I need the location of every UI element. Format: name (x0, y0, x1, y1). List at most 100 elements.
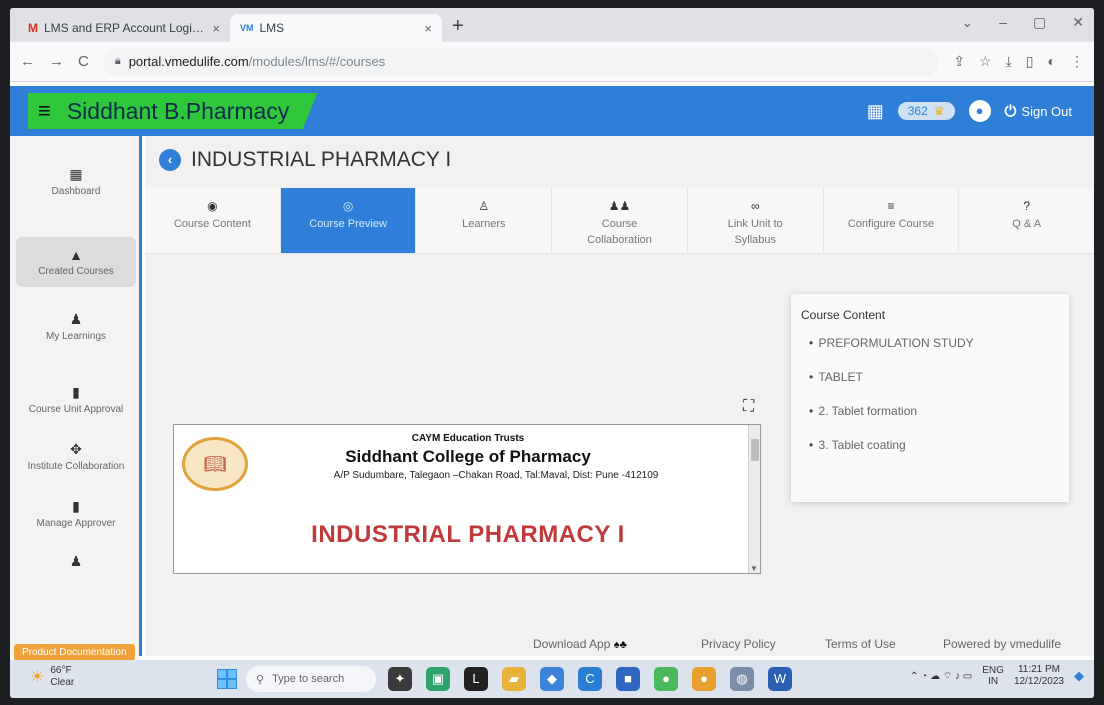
taskbar-app-icon[interactable]: C (578, 667, 602, 691)
taskbar-app-icon[interactable]: ■ (616, 667, 640, 691)
back-button[interactable]: ← (20, 53, 35, 70)
app-brand: ≡ Siddhant B.Pharmacy (28, 93, 318, 129)
bookmark-star-icon[interactable]: ☆ (979, 53, 992, 70)
points-count: 362 (907, 104, 928, 118)
content-item[interactable]: • 2. Tablet formation (809, 404, 1059, 418)
taskbar-search-input[interactable]: ⚲ Type to search (246, 666, 376, 692)
sidebar-item-course-unit-approval[interactable]: ▮ Course Unit Approval (10, 378, 142, 421)
notification-icon[interactable]: ◆ (1074, 668, 1084, 684)
product-documentation-button[interactable]: Product Documentation (14, 644, 135, 661)
points-badge[interactable]: 362 ♛ (897, 102, 955, 120)
tab-learners[interactable]: ♙ Learners (416, 188, 553, 253)
hamburger-menu-icon[interactable]: ≡ (38, 98, 51, 124)
tab-title: LMS (259, 21, 285, 35)
doc-address: A/P Sudumbare, Talegaon –Chakan Road, Ta… (333, 470, 659, 481)
course-content-panel: Course Content • PREFORMULATION STUDY • … (791, 294, 1069, 502)
taskbar-app-icon[interactable]: ● (654, 667, 678, 691)
user-avatar-icon[interactable]: ● (968, 100, 991, 122)
url-host: portal.vmedulife.com (128, 54, 249, 69)
taskbar-app-icon[interactable]: ● (692, 667, 716, 691)
restore-button[interactable]: ▢ (1033, 14, 1046, 31)
browser-tab-lms[interactable]: VM LMS × (230, 14, 442, 42)
tab-course-preview[interactable]: ◎ Course Preview (280, 188, 417, 253)
doc-college-name: Siddhant College of Pharmacy (345, 447, 591, 466)
taskbar-app-icon[interactable]: ▣ (426, 667, 450, 691)
new-tab-button[interactable]: + (442, 15, 474, 42)
tab-course-content[interactable]: ◉ Course Content (145, 188, 281, 253)
url-input[interactable]: 🔒︎ portal.vmedulife.com/modules/lms/#/co… (102, 47, 940, 76)
privacy-policy-link[interactable]: Privacy Policy (701, 637, 776, 651)
sidebar-item-my-learnings[interactable]: ♟ My Learnings (10, 305, 142, 348)
course-title: INDUSTRIAL PHARMACY I (191, 148, 452, 171)
taskbar-app-icon[interactable]: ◆ (540, 667, 564, 691)
download-app-link[interactable]: Download App ♠♣ (533, 637, 627, 651)
user-icon: ♙ (478, 199, 490, 213)
system-tray: ⌃ ◔ ☁ ⌔ ♪ ▭ ENG IN 11:21 PM 12/12/2023 ◆ (910, 664, 1084, 688)
back-arrow-icon[interactable]: ‹ (159, 149, 181, 171)
taskbar-app-icon[interactable]: L (464, 667, 488, 691)
taskbar-app-icon[interactable]: ✦ (388, 667, 412, 691)
side-panel-icon[interactable]: ▯ (1026, 53, 1034, 70)
tab-label: Course Content (173, 218, 251, 230)
minimize-button[interactable]: – (999, 14, 1007, 31)
reload-button[interactable]: C (78, 53, 89, 70)
browser-tab-lms-login[interactable]: M LMS and ERP Account Login De... × (18, 14, 230, 42)
sidebar-item-label: My Learnings (45, 331, 107, 342)
content-item-label: TABLET (818, 370, 863, 384)
forward-button[interactable]: → (49, 53, 64, 70)
share-icon[interactable]: ⇪ (953, 53, 965, 70)
tab-close-icon[interactable]: × (212, 21, 220, 36)
taskbar-app-icon[interactable]: ▰ (502, 667, 526, 691)
sidebar-item-more[interactable]: ♟ (10, 547, 142, 579)
weather-widget[interactable]: ☀ 66°F Clear (30, 665, 74, 689)
fullscreen-icon[interactable]: ⛶ (743, 398, 754, 416)
document-scrollbar[interactable]: ▼ (748, 425, 760, 573)
content-item[interactable]: • 3. Tablet coating (809, 438, 1059, 452)
sign-out-label: Sign Out (1021, 103, 1072, 119)
taskbar-app-icon[interactable]: ◍ (730, 667, 754, 691)
course-tabs: ◉ Course Content ◎ Course Preview ♙ Lear… (145, 188, 1094, 254)
windows-start-icon[interactable] (217, 669, 237, 689)
tab-close-icon[interactable]: × (424, 21, 432, 36)
doc-trust-name: CAYM Education Trusts (411, 433, 525, 444)
page-footer: Download App ♠♣ Privacy Policy Terms of … (145, 632, 1094, 656)
language-indicator[interactable]: ENG IN (982, 665, 1004, 687)
weather-icon: ☀ (30, 669, 45, 686)
search-placeholder: Type to search (272, 673, 345, 685)
clock[interactable]: 11:21 PM 12/12/2023 (1014, 664, 1064, 688)
content-item[interactable]: • TABLET (809, 370, 1059, 384)
sidebar-item-created-courses[interactable]: ▲ Created Courses (16, 237, 136, 287)
sidebar-item-institute-collaboration[interactable]: ✥ Institute Collaboration (10, 435, 142, 478)
graduation-cap-icon: ▲ (69, 247, 83, 263)
taskbar-app-icon[interactable]: W (768, 667, 792, 691)
apps-grid-icon[interactable]: ▦ (867, 101, 884, 122)
download-icon[interactable]: ⤓ (1006, 53, 1012, 70)
terms-of-use-link[interactable]: Terms of Use (825, 637, 896, 651)
sign-out-button[interactable]: ⏻ Sign Out (1005, 103, 1072, 120)
eye-icon: ◎ (342, 199, 354, 213)
tray-icons[interactable]: ⌃ ◔ ☁ ⌔ ♪ ▭ (910, 670, 972, 683)
content-item[interactable]: • PREFORMULATION STUDY (809, 336, 1059, 350)
sidebar-item-label: Dashboard (51, 186, 101, 197)
browser-tabstrip: M LMS and ERP Account Login De... × VM L… (10, 8, 1094, 42)
profile-icon[interactable]: ◐ (1048, 53, 1056, 70)
sidebar-item-dashboard[interactable]: ▦ Dashboard (10, 160, 142, 203)
window-controls: ⌄ – ▢ ✕ (962, 14, 1085, 31)
tab-course-collaboration[interactable]: ♟♟ Course Collaboration (552, 188, 688, 253)
search-icon: ⚲ (256, 673, 265, 686)
tab-q-and-a[interactable]: ? Q & A (959, 188, 1094, 253)
close-window-button[interactable]: ✕ (1072, 14, 1084, 31)
scrollbar-thumb[interactable] (751, 439, 759, 461)
tab-configure-course[interactable]: ≡ Configure Course (824, 188, 960, 253)
document-preview[interactable]: 📖︎ CAYM Education Trusts Siddhant Colleg… (173, 424, 761, 574)
collaboration-icon: ✥ (70, 441, 82, 457)
browser-menu-icon[interactable]: ⋮ (1070, 53, 1084, 70)
scroll-down-icon[interactable]: ▼ (750, 564, 758, 573)
tab-link-unit-to-syllabus[interactable]: ∞ Link Unit to Syllabus (688, 188, 824, 253)
clipboard-icon: ▮ (72, 498, 80, 514)
sidebar-item-manage-approver[interactable]: ▮ Manage Approver (10, 492, 142, 535)
tab-label: Course Preview (309, 218, 387, 230)
tab-label: Q & A (1012, 218, 1042, 230)
tab-search-icon[interactable]: ⌄ (962, 14, 974, 31)
powered-by-link[interactable]: Powered by vmedulife (943, 637, 1061, 651)
